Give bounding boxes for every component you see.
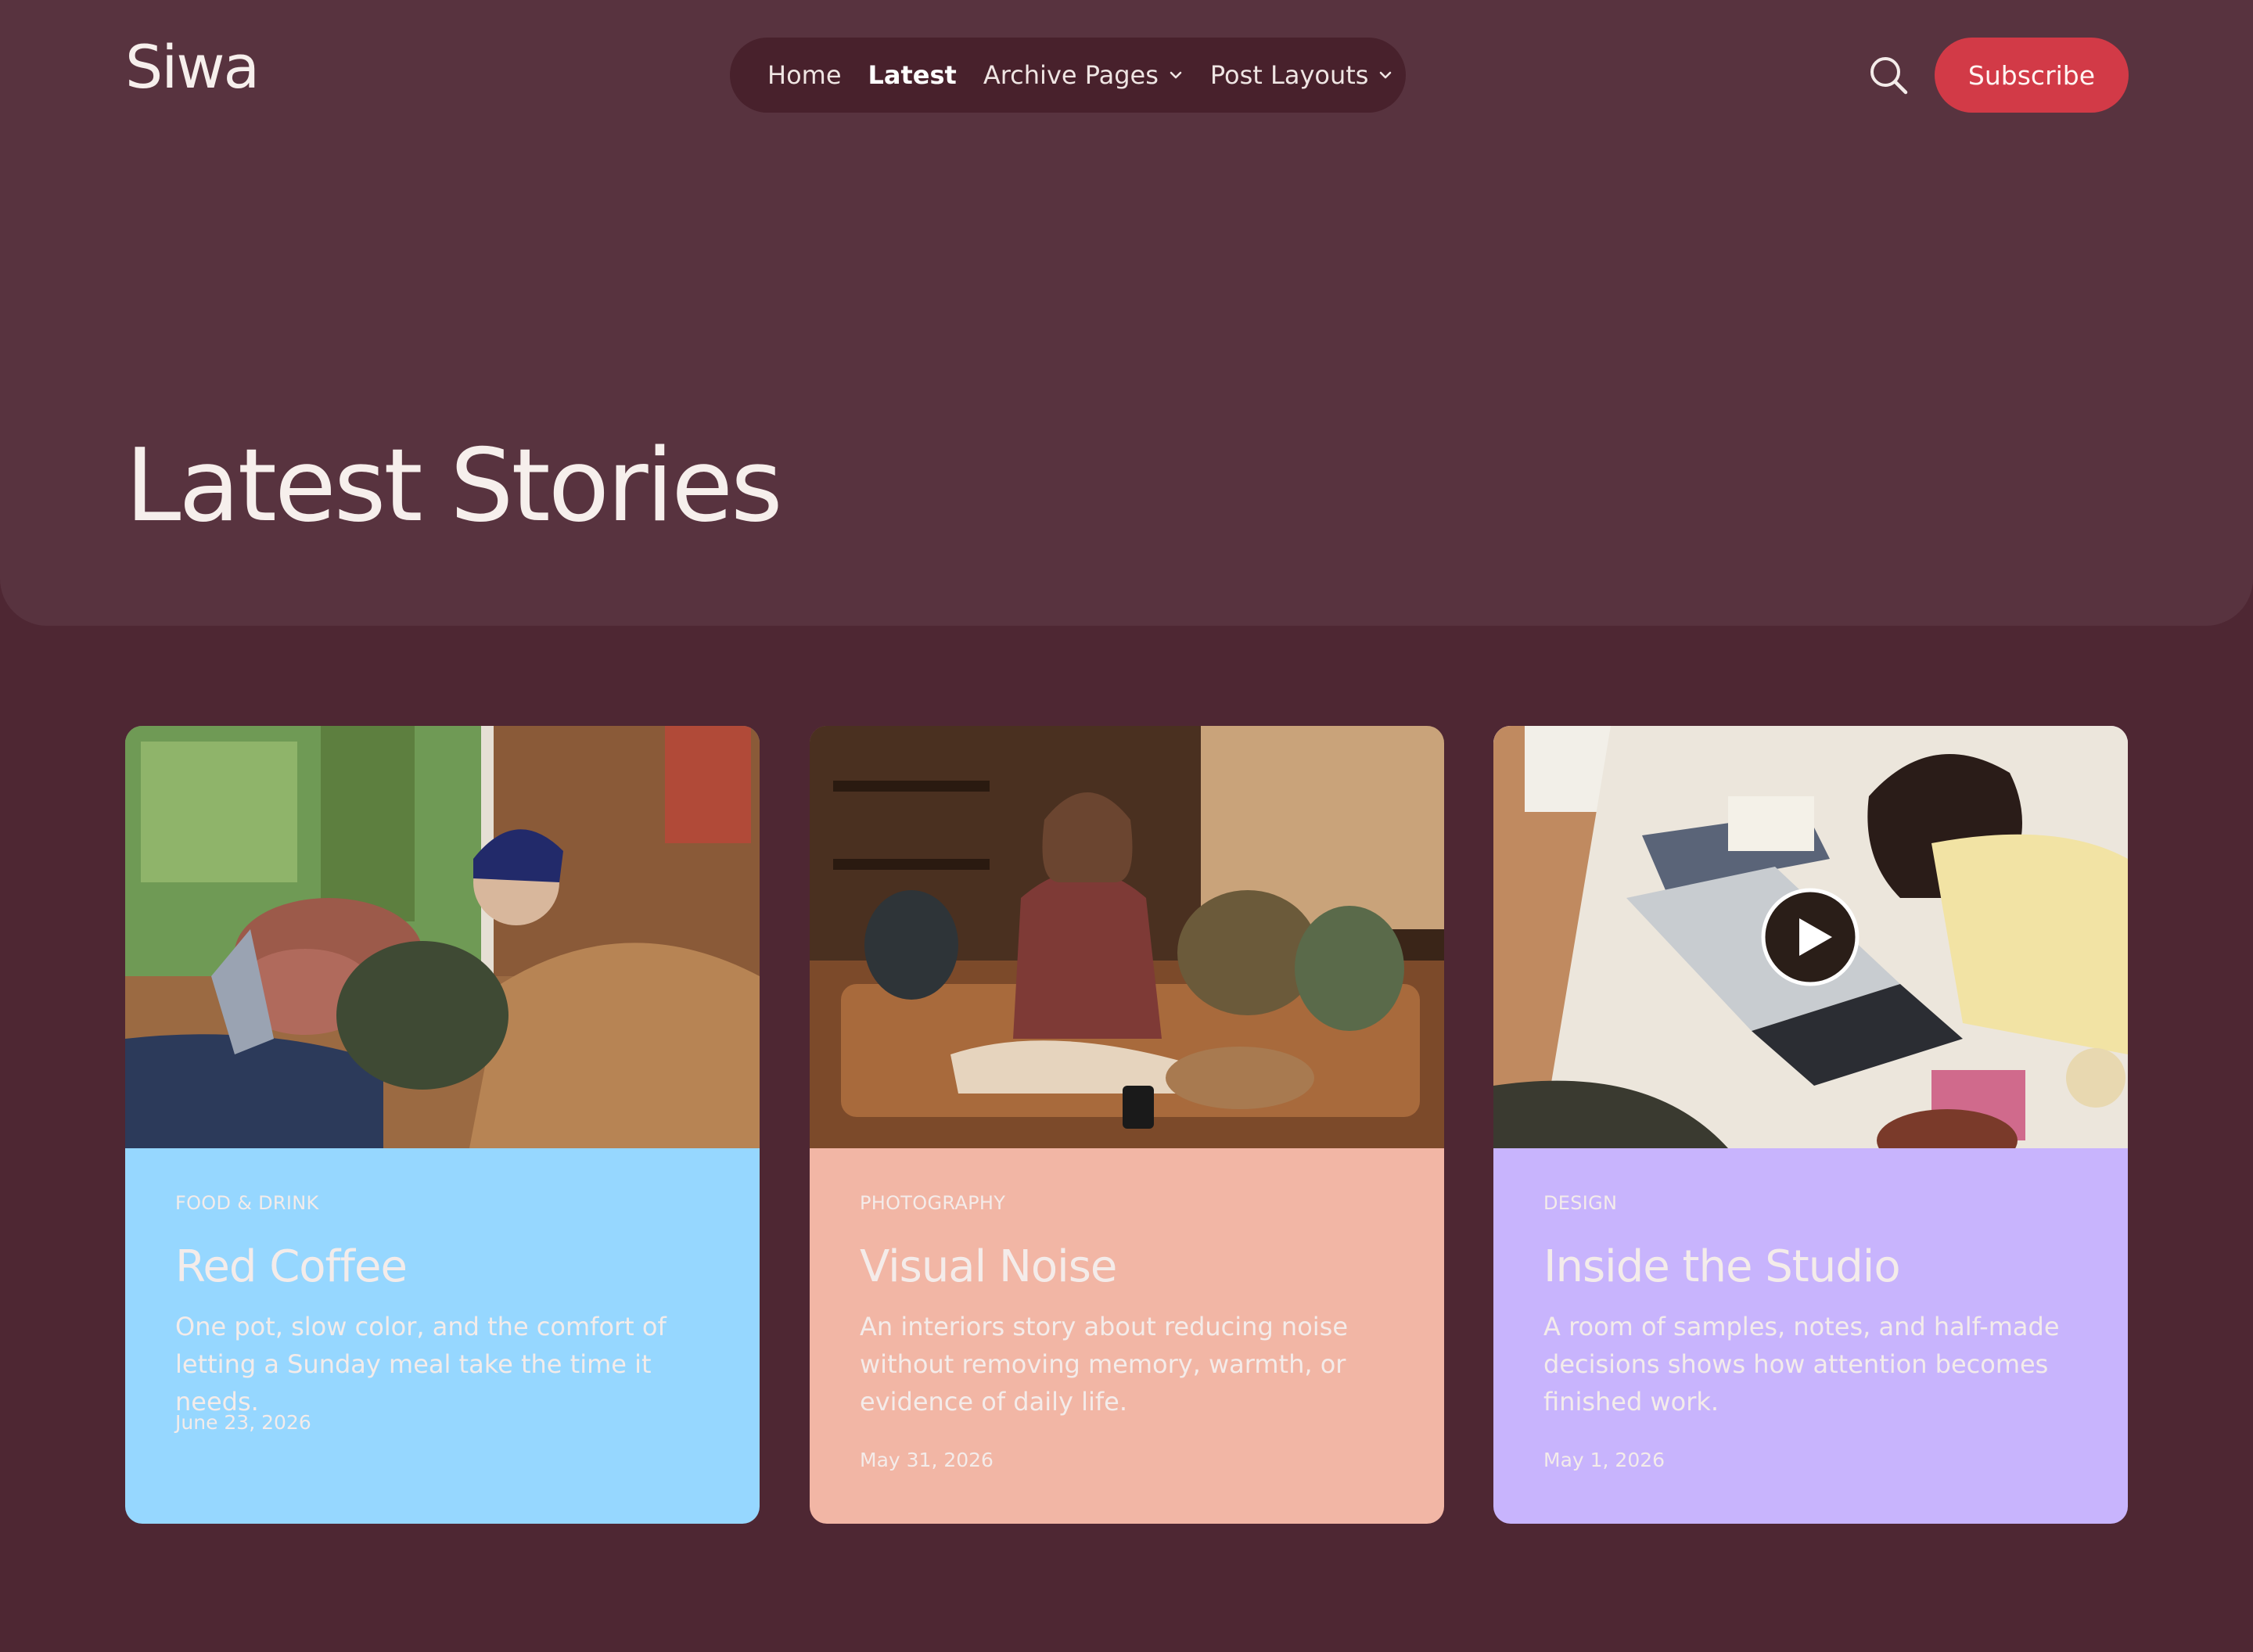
post-category[interactable]: FOOD & DRINK — [175, 1192, 319, 1214]
nav-item-home[interactable]: Home — [767, 60, 842, 90]
primary-nav: Home Latest Archive Pages Post Layouts — [730, 38, 1406, 113]
chevron-down-icon — [1378, 67, 1393, 83]
post-category[interactable]: DESIGN — [1543, 1192, 1617, 1214]
nav-item-label: Home — [767, 60, 842, 90]
play-video-button[interactable] — [1760, 887, 1860, 987]
post-date: May 31, 2026 — [860, 1449, 994, 1471]
post-date: June 23, 2026 — [175, 1411, 311, 1434]
chevron-down-icon — [1168, 67, 1184, 83]
post-featured-image[interactable] — [1493, 726, 2128, 1148]
nav-item-label: Latest — [868, 60, 957, 90]
nav-item-archive-pages[interactable]: Archive Pages — [983, 60, 1184, 90]
post-card[interactable]: DESIGN Inside the Studio A room of sampl… — [1493, 726, 2128, 1524]
nav-item-label: Archive Pages — [983, 60, 1159, 90]
play-icon — [1761, 888, 1860, 986]
post-title[interactable]: Inside the Studio — [1543, 1241, 1901, 1292]
post-featured-image[interactable] — [125, 726, 760, 1148]
post-excerpt: An interiors story about reducing noise … — [860, 1312, 1349, 1417]
post-excerpt: One pot, slow color, and the comfort of … — [175, 1312, 667, 1417]
post-card[interactable]: PHOTOGRAPHY Visual Noise An interiors st… — [810, 726, 1444, 1524]
search-icon — [1870, 57, 1908, 95]
post-category[interactable]: PHOTOGRAPHY — [860, 1192, 1005, 1214]
post-title[interactable]: Red Coffee — [175, 1241, 408, 1292]
page-title: Latest Stories — [125, 428, 783, 544]
post-title[interactable]: Visual Noise — [860, 1241, 1117, 1292]
site-title[interactable]: Siwa — [125, 38, 260, 97]
nav-item-post-layouts[interactable]: Post Layouts — [1210, 60, 1394, 90]
post-card[interactable]: FOOD & DRINK Red Coffee One pot, slow co… — [125, 726, 760, 1524]
nav-item-latest[interactable]: Latest — [868, 60, 957, 90]
post-featured-image[interactable] — [810, 726, 1444, 1148]
search-button[interactable] — [1867, 53, 1910, 97]
post-excerpt: A room of samples, notes, and half-made … — [1543, 1312, 2060, 1417]
subscribe-button[interactable]: Subscribe — [1935, 38, 2129, 113]
post-date: May 1, 2026 — [1543, 1449, 1665, 1471]
nav-item-label: Post Layouts — [1209, 60, 1369, 90]
